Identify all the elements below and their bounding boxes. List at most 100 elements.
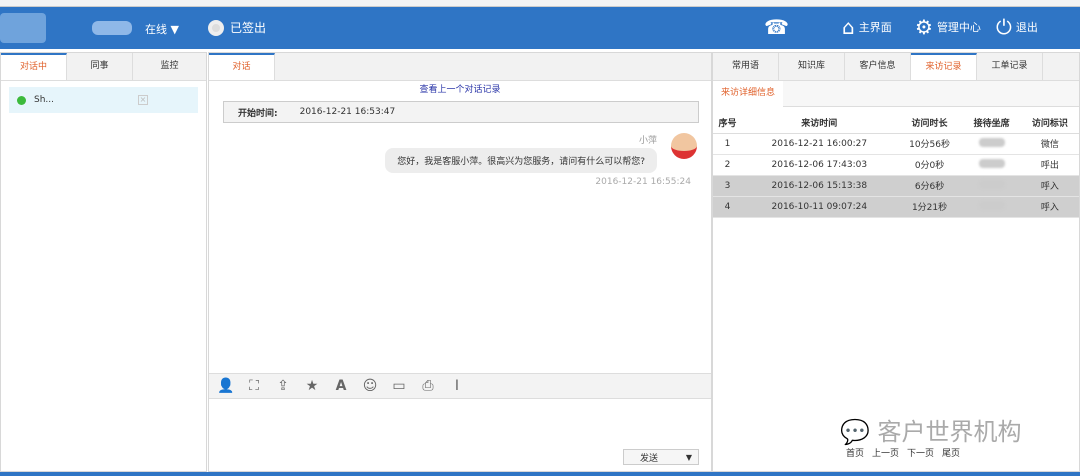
first-page-link[interactable]: 首页: [846, 446, 864, 459]
cell: 0分0秒: [896, 154, 963, 176]
cell: [962, 154, 1021, 176]
home-icon: ⌂: [842, 15, 855, 39]
tab-phrases[interactable]: 常用语: [713, 53, 779, 80]
agent-blurred: [978, 200, 1005, 210]
table-row[interactable]: 2 2016-12-06 17:43:03 0分0秒 呼出: [713, 154, 1079, 176]
cell: 2016-12-06 17:43:03: [742, 154, 897, 176]
col-duration: 访问时长: [896, 113, 963, 134]
tab-chat[interactable]: 对话: [209, 53, 275, 80]
prev-record-link[interactable]: 查看上一个对话记录: [209, 82, 711, 95]
cell: 2: [713, 154, 743, 176]
table-row[interactable]: 4 2016-10-11 09:07:24 1分21秒 呼入: [713, 196, 1079, 218]
footer-bar: [0, 472, 1080, 476]
logout-label: 退出: [1015, 21, 1038, 34]
start-time-bar: 开始时间: 2016-12-21 16:53:47: [223, 101, 699, 123]
tab-monitor[interactable]: 监控: [133, 53, 206, 80]
sign-status-label: 已签出: [230, 21, 267, 35]
phone-icon: ☎: [764, 15, 789, 39]
cell: 1分21秒: [896, 196, 963, 218]
send-label: 发送: [640, 453, 659, 464]
phone-button[interactable]: ☎: [764, 17, 789, 37]
emoji-icon[interactable]: ☺: [362, 378, 378, 394]
message-bubble: 您好，我是客服小萍。很高兴为您服务，请问有什么可以帮您?: [385, 148, 657, 173]
start-time: 2016-12-21 16:53:47: [299, 107, 396, 117]
cell: 4: [713, 196, 743, 218]
favorite-icon[interactable]: ★: [304, 378, 320, 394]
col-visit-time: 来访时间: [742, 113, 897, 134]
chat-message: 小萍 您好，我是客服小萍。很高兴为您服务，请问有什么可以帮您? 2016-12-…: [385, 133, 697, 187]
cell: [962, 133, 1021, 155]
next-page-link[interactable]: 下一页: [907, 446, 934, 459]
username-blurred: [92, 21, 132, 35]
quick-reply-icon[interactable]: ▭: [391, 378, 407, 394]
input-toolbar: 👤 ⛶ ⇪ ★ A ☺ ▭ ⎙ I: [209, 373, 711, 399]
table-row[interactable]: 1 2016-12-21 16:00:27 10分56秒 微信: [713, 133, 1079, 155]
start-label: 开始时间:: [238, 108, 278, 119]
sign-status[interactable]: 已签出: [208, 19, 266, 36]
logo: [0, 13, 46, 43]
cell: 呼入: [1020, 175, 1079, 197]
col-tag: 访问标识: [1020, 113, 1079, 134]
power-icon: ⏻: [996, 15, 1012, 39]
visit-table: 序号 来访时间 访问时长 接待坐席 访问标识 1 2016-12-21 16:00:27 1…: [713, 113, 1079, 218]
tab-knowledge[interactable]: 知识库: [779, 53, 845, 80]
contact-item[interactable]: Sh... ×: [9, 87, 198, 113]
cell: 3: [713, 175, 743, 197]
table-row[interactable]: 3 2016-12-06 15:13:38 6分6秒 呼入: [713, 175, 1079, 197]
watermark: 💬 客户世界机构: [840, 412, 1022, 447]
wechat-icon: [17, 95, 26, 105]
col-index: 序号: [713, 113, 743, 134]
tab-chatting[interactable]: 对话中: [1, 53, 67, 80]
wechat-icon: 💬: [840, 418, 870, 446]
tab-colleagues[interactable]: 同事: [67, 53, 133, 80]
browser-bar: [0, 0, 1080, 7]
tab-visit-records[interactable]: 来访记录: [911, 53, 977, 80]
home-button[interactable]: ⌂ 主界面: [842, 17, 892, 37]
tab-customer-info[interactable]: 客户信息: [845, 53, 911, 80]
last-page-link[interactable]: 尾页: [942, 446, 960, 459]
text-format-icon[interactable]: I: [449, 378, 465, 394]
col-agent: 接待坐席: [962, 113, 1021, 134]
message-time: 2016-12-21 16:55:24: [595, 177, 691, 187]
tab-ticket-records[interactable]: 工单记录: [977, 53, 1043, 80]
admin-label: 管理中心: [936, 21, 981, 34]
watermark-text: 客户世界机构: [877, 418, 1022, 446]
cell: 微信: [1020, 133, 1079, 155]
disc-icon: [208, 19, 224, 36]
cell: 呼入: [1020, 196, 1079, 218]
pager: 首页 上一页 下一页 尾页: [846, 446, 960, 459]
home-label: 主界面: [858, 21, 892, 34]
screenshot-icon[interactable]: ⛶: [246, 378, 262, 394]
agent-blurred: [978, 179, 1005, 189]
subtab-visit-details[interactable]: 来访详细信息: [713, 81, 784, 107]
cell: 6分6秒: [896, 175, 963, 197]
close-icon[interactable]: ×: [138, 95, 148, 105]
status-label: 在线: [145, 23, 167, 36]
avatar: [671, 133, 697, 159]
agent-blurred: [978, 158, 1005, 168]
cell: [962, 196, 1021, 218]
cell: 2016-12-06 15:13:38: [742, 175, 897, 197]
admin-button[interactable]: ⚙ 管理中心: [915, 17, 981, 37]
contact-name: Sh...: [34, 95, 54, 105]
cell: 2016-12-21 16:00:27: [742, 133, 897, 155]
print-icon[interactable]: ⎙: [420, 378, 436, 394]
prev-page-link[interactable]: 上一页: [872, 446, 899, 459]
cell: [962, 175, 1021, 197]
message-sender: 小萍: [638, 136, 657, 146]
caret-down-icon[interactable]: ▼: [686, 453, 692, 462]
logout-button[interactable]: ⏻ 退出: [996, 17, 1038, 37]
cell: 10分56秒: [896, 133, 963, 155]
send-button[interactable]: 发送 ▼: [623, 449, 699, 465]
header: 在线 ▼ 已签出 ☎ ⌂ 主界面 ⚙ 管理中心 ⏻ 退出: [0, 7, 1080, 49]
cell: 呼出: [1020, 154, 1079, 176]
transfer-icon[interactable]: 👤: [217, 378, 234, 394]
upload-icon[interactable]: ⇪: [275, 378, 291, 394]
font-icon[interactable]: A: [333, 378, 349, 394]
cell: 2016-10-11 09:07:24: [742, 196, 897, 218]
cell: 1: [713, 133, 743, 155]
status-dropdown[interactable]: 在线 ▼: [145, 21, 179, 37]
caret-down-icon: ▼: [170, 23, 179, 36]
right-panel: 常用语 知识库 客户信息 来访记录 工单记录 来访详细信息 序号 来访时间 访问时长…: [712, 52, 1080, 472]
chat-panel: 对话 查看上一个对话记录 开始时间: 2016-12-21 16:53:47 小萍…: [208, 52, 712, 472]
